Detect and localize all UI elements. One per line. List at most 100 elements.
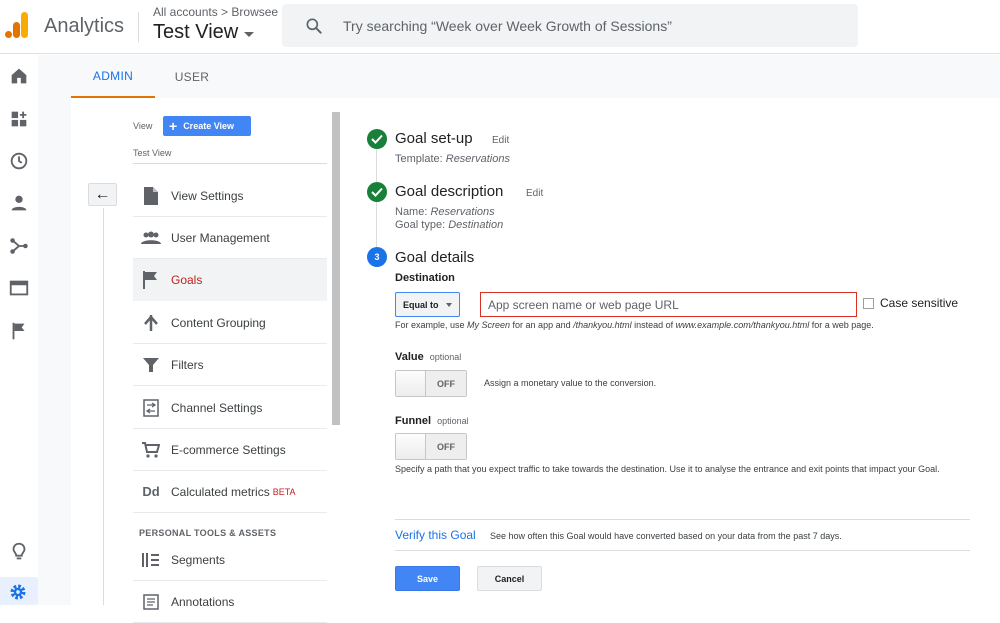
column-guide-line xyxy=(103,208,104,605)
menu-item-label: Channel Settings xyxy=(171,400,263,415)
funnel-label-text: Funnel xyxy=(395,415,432,427)
template-value: Reservations xyxy=(445,153,510,165)
acquisition-icon[interactable] xyxy=(8,235,30,257)
left-rail xyxy=(0,54,38,605)
breadcrumb-separator: > xyxy=(217,5,232,19)
breadcrumb-all-accounts[interactable]: All accounts xyxy=(153,5,218,19)
view-selector[interactable]: Test View xyxy=(153,21,255,44)
beta-badge: BETA xyxy=(272,486,296,497)
analytics-logo[interactable] xyxy=(5,12,29,40)
menu-item-content-grouping[interactable]: Content Grouping xyxy=(133,302,327,344)
case-sensitive-checkbox[interactable] xyxy=(863,298,874,309)
menu-item-label: Annotations xyxy=(171,594,235,609)
breadcrumb[interactable]: All accounts > Browsee xyxy=(153,5,278,19)
menu-item-user-management[interactable]: User Management xyxy=(133,217,327,259)
verify-goal-link[interactable]: Verify this Goal xyxy=(395,528,476,542)
help-part: /thankyou.html xyxy=(573,320,632,330)
match-type-select[interactable]: Equal to xyxy=(395,292,460,317)
type-value: Destination xyxy=(448,219,504,231)
caret-down-icon xyxy=(244,31,255,37)
name-value: Reservations xyxy=(430,206,495,218)
tab-admin[interactable]: ADMIN xyxy=(71,55,155,98)
column-scrollbar[interactable] xyxy=(332,112,340,425)
value-label: Value optional xyxy=(395,351,461,363)
cart-icon xyxy=(141,440,161,460)
help-part: instead of xyxy=(631,320,676,330)
menu-item-goals[interactable]: Goals xyxy=(133,259,327,301)
menu-item-segments[interactable]: Segments xyxy=(133,539,327,581)
menu-item-label: Calculated metrics xyxy=(171,484,270,499)
create-view-button[interactable]: + Create View xyxy=(163,116,251,136)
filter-icon xyxy=(141,355,161,375)
menu-item-label: Goals xyxy=(171,273,203,287)
menu-item-channel-settings[interactable]: Channel Settings xyxy=(133,387,327,429)
breadcrumb-property[interactable]: Browsee xyxy=(231,5,278,19)
view-column-label: View xyxy=(133,121,153,131)
conversions-flag-icon[interactable] xyxy=(8,320,30,342)
destination-label: Destination xyxy=(395,272,455,284)
segments-icon xyxy=(141,550,161,570)
section-divider xyxy=(395,550,970,551)
name-label: Name: xyxy=(395,206,431,218)
funnel-optional-text: optional xyxy=(437,416,469,426)
step-connector xyxy=(376,149,377,182)
help-part: www.example.com/thankyou.html xyxy=(675,320,810,330)
search-bar[interactable]: Try searching “Week over Week Growth of … xyxy=(282,4,858,47)
goal-setup-title: Goal set-up xyxy=(395,130,473,147)
behavior-icon[interactable] xyxy=(8,277,30,299)
type-label: Goal type: xyxy=(395,219,449,231)
document-icon xyxy=(141,186,161,206)
top-header: Analytics All accounts > Browsee Test Vi… xyxy=(0,0,1000,54)
case-sensitive-label[interactable]: Case sensitive xyxy=(880,296,958,310)
menu-item-view-settings[interactable]: View Settings xyxy=(133,175,327,217)
goal-setup-edit-link[interactable]: Edit xyxy=(492,135,509,146)
goal-description-edit-link[interactable]: Edit xyxy=(526,188,543,199)
check-icon xyxy=(367,182,387,202)
value-toggle[interactable]: OFF xyxy=(395,370,467,397)
home-icon[interactable] xyxy=(8,65,30,87)
value-description: Assign a monetary value to the conversio… xyxy=(484,378,657,388)
realtime-clock-icon[interactable] xyxy=(8,150,30,172)
funnel-toggle[interactable]: OFF xyxy=(395,433,467,460)
help-part: for an app and xyxy=(510,320,574,330)
save-button[interactable]: Save xyxy=(395,566,460,591)
menu-item-label: View Settings xyxy=(171,188,244,203)
destination-help-text: For example, use My Screen for an app an… xyxy=(395,320,874,330)
template-label: Template: xyxy=(395,153,446,165)
menu-item-label: Content Grouping xyxy=(171,315,266,330)
back-arrow-button[interactable]: ← xyxy=(88,183,117,206)
settings-gear-icon xyxy=(10,584,26,600)
menu-item-label: Segments xyxy=(171,552,226,567)
tab-user[interactable]: USER xyxy=(155,55,229,98)
content-gutter xyxy=(38,55,71,605)
audience-person-icon[interactable] xyxy=(8,192,30,214)
merge-icon xyxy=(141,313,161,333)
check-icon xyxy=(367,129,387,149)
menu-item-annotations[interactable]: Annotations xyxy=(133,581,327,623)
menu-item-filters[interactable]: Filters xyxy=(133,344,327,386)
create-view-label: Create View xyxy=(183,121,235,131)
channel-icon xyxy=(141,398,161,418)
funnel-label: Funnel optional xyxy=(395,415,469,427)
caret-down-icon xyxy=(445,302,452,307)
customization-icon[interactable] xyxy=(8,108,30,130)
value-label-text: Value xyxy=(395,351,424,363)
menu-item-ecommerce-settings[interactable]: E-commerce Settings xyxy=(133,429,327,471)
menu-item-label: Filters xyxy=(171,357,204,372)
menu-item-label: E-commerce Settings xyxy=(171,442,286,457)
help-part: for a web page. xyxy=(809,320,874,330)
help-part: For example, use xyxy=(395,320,468,330)
goal-name-text: Name: Reservations xyxy=(395,206,495,218)
section-divider xyxy=(395,519,970,520)
destination-url-input[interactable]: App screen name or web page URL xyxy=(480,292,857,317)
menu-item-calculated-metrics[interactable]: Dd Calculated metrics BETA xyxy=(133,471,327,513)
annotations-icon xyxy=(141,592,161,612)
people-icon xyxy=(141,228,161,248)
lightbulb-icon[interactable] xyxy=(8,541,30,563)
step-number-badge: 3 xyxy=(367,247,387,267)
flag-icon xyxy=(141,270,161,290)
search-placeholder: Try searching “Week over Week Growth of … xyxy=(343,18,672,34)
goal-description-title: Goal description xyxy=(395,183,504,200)
cancel-button[interactable]: Cancel xyxy=(477,566,542,591)
view-name-selector[interactable]: Test View xyxy=(133,148,171,158)
